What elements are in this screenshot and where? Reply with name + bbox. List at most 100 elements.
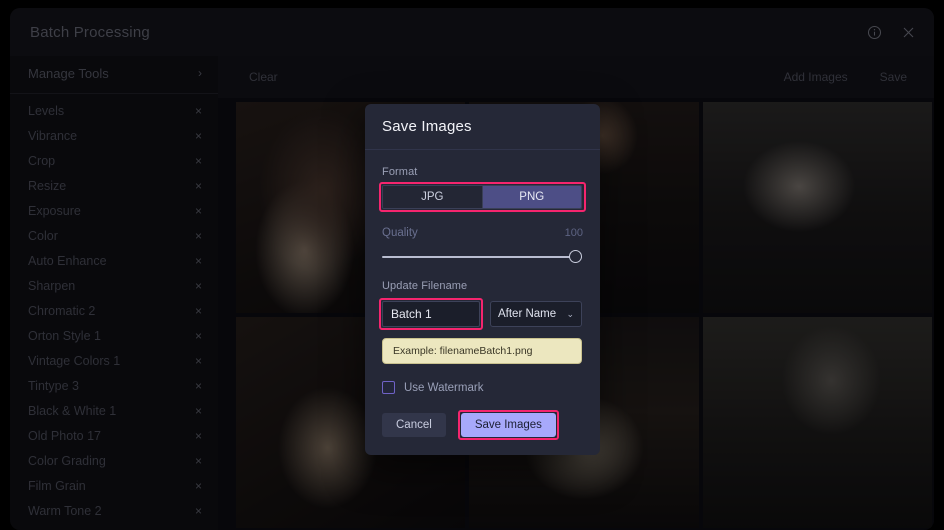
sidebar-divider [10,93,218,94]
chevron-down-icon: ⌄ [566,308,574,319]
slider-track [382,256,582,258]
dialog-button-row: Cancel Save Images [382,410,583,440]
tool-item-levels[interactable]: Levels × [10,98,218,123]
chevron-right-icon: › [198,66,202,80]
tool-label: Chromatic 2 [28,303,96,318]
tool-item-auto-enhance[interactable]: Auto Enhance × [10,248,218,273]
tool-label: Black & White 1 [28,403,117,418]
quality-slider[interactable] [382,250,582,264]
remove-tool-icon[interactable]: × [195,105,202,117]
filename-row: Batch 1 After Name ⌄ [379,298,583,330]
tool-label: Tintype 3 [28,378,79,393]
titlebar-actions [864,22,918,42]
tool-label: Levels [28,103,65,118]
cancel-button[interactable]: Cancel [382,413,446,437]
tool-label: Exposure [28,203,81,218]
tool-item-chromatic-2[interactable]: Chromatic 2 × [10,298,218,323]
remove-tool-icon[interactable]: × [195,180,202,192]
dialog-body: Format JPG PNG Quality 100 Update Filena… [365,150,600,455]
tool-label: Vibrance [28,128,78,143]
thumbnail-6[interactable] [702,317,932,528]
tool-item-tintype-3[interactable]: Tintype 3 × [10,373,218,398]
filename-position-value: After Name [498,308,557,320]
tool-label: Old Photo 17 [28,428,101,443]
toolbar-right-group: Add Images Save [775,65,916,89]
filename-input[interactable]: Batch 1 [382,301,480,327]
filename-position-select[interactable]: After Name ⌄ [490,301,582,327]
slider-knob[interactable] [569,250,582,263]
close-icon[interactable] [898,22,918,42]
tool-label: Auto Enhance [28,253,107,268]
save-button[interactable]: Save [871,65,916,89]
tool-label: Crop [28,153,56,168]
remove-tool-icon[interactable]: × [195,380,202,392]
title-bar: Batch Processing [10,8,934,56]
tool-label: Film Grain [28,478,86,493]
tool-item-orton-style-1[interactable]: Orton Style 1 × [10,323,218,348]
tool-label: Vintage Colors 1 [28,353,121,368]
tool-label: Color Grading [28,453,106,468]
tool-item-color-grading[interactable]: Color Grading × [10,448,218,473]
remove-tool-icon[interactable]: × [195,155,202,167]
use-watermark-checkbox[interactable] [382,381,395,394]
batch-processing-window: Batch Processing Manage Tools › Levels ×… [10,8,934,530]
sidebar: Manage Tools › Levels × Vibrance × Crop … [10,56,218,530]
tool-item-crop[interactable]: Crop × [10,148,218,173]
tool-label: Orton Style 1 [28,328,101,343]
save-images-dialog: Save Images Format JPG PNG Quality 100 U… [365,104,600,455]
remove-tool-icon[interactable]: × [195,205,202,217]
thumbnail-image [702,317,932,528]
remove-tool-icon[interactable]: × [195,430,202,442]
manage-tools-label: Manage Tools [28,65,109,81]
content-toolbar: Clear Add Images Save [218,56,934,98]
sidebar-item-manage-tools[interactable]: Manage Tools › [10,56,218,90]
info-circle-icon[interactable] [864,22,884,42]
remove-tool-icon[interactable]: × [195,455,202,467]
remove-tool-icon[interactable]: × [195,405,202,417]
quality-row: Quality 100 [382,227,583,239]
tool-item-vintage-colors-1[interactable]: Vintage Colors 1 × [10,348,218,373]
save-images-button[interactable]: Save Images [460,413,556,437]
quality-value: 100 [564,227,583,239]
clear-button[interactable]: Clear [240,65,287,89]
dialog-header: Save Images [365,104,600,150]
format-option-jpg[interactable]: JPG [383,186,482,208]
format-label: Format [382,166,418,178]
remove-tool-icon[interactable]: × [195,280,202,292]
tool-item-black-and-white-1[interactable]: Black & White 1 × [10,398,218,423]
remove-tool-icon[interactable]: × [195,505,202,517]
remove-tool-icon[interactable]: × [195,130,202,142]
remove-tool-icon[interactable]: × [195,480,202,492]
tool-label: Resize [28,178,67,193]
format-segmented-control: JPG PNG [382,185,582,209]
tool-item-resize[interactable]: Resize × [10,173,218,198]
add-images-button[interactable]: Add Images [775,65,857,89]
tool-item-color[interactable]: Color × [10,223,218,248]
remove-tool-icon[interactable]: × [195,305,202,317]
remove-tool-icon[interactable]: × [195,330,202,342]
quality-label: Quality [382,227,418,239]
tool-list: Levels × Vibrance × Crop × Resize × Expo… [10,98,218,523]
remove-tool-icon[interactable]: × [195,355,202,367]
remove-tool-icon[interactable]: × [195,255,202,267]
save-images-button-highlight: Save Images [457,410,560,440]
tool-item-warm-tone-2[interactable]: Warm Tone 2 × [10,498,218,523]
tool-item-exposure[interactable]: Exposure × [10,198,218,223]
tool-label: Sharpen [28,278,76,293]
filename-input-highlight: Batch 1 [379,298,483,330]
thumbnail-3[interactable] [702,102,932,313]
tool-item-old-photo-17[interactable]: Old Photo 17 × [10,423,218,448]
update-filename-label: Update Filename [382,280,468,292]
app-root: Batch Processing Manage Tools › Levels ×… [0,0,944,530]
page-title: Batch Processing [30,23,150,41]
tool-item-film-grain[interactable]: Film Grain × [10,473,218,498]
remove-tool-icon[interactable]: × [195,230,202,242]
tool-item-sharpen[interactable]: Sharpen × [10,273,218,298]
watermark-row[interactable]: Use Watermark [382,381,583,394]
tool-label: Color [28,228,58,243]
format-segmented-control-highlight: JPG PNG [379,182,586,212]
format-option-png[interactable]: PNG [481,186,581,208]
dialog-title: Save Images [382,118,472,135]
tool-label: Warm Tone 2 [28,503,102,518]
tool-item-vibrance[interactable]: Vibrance × [10,123,218,148]
